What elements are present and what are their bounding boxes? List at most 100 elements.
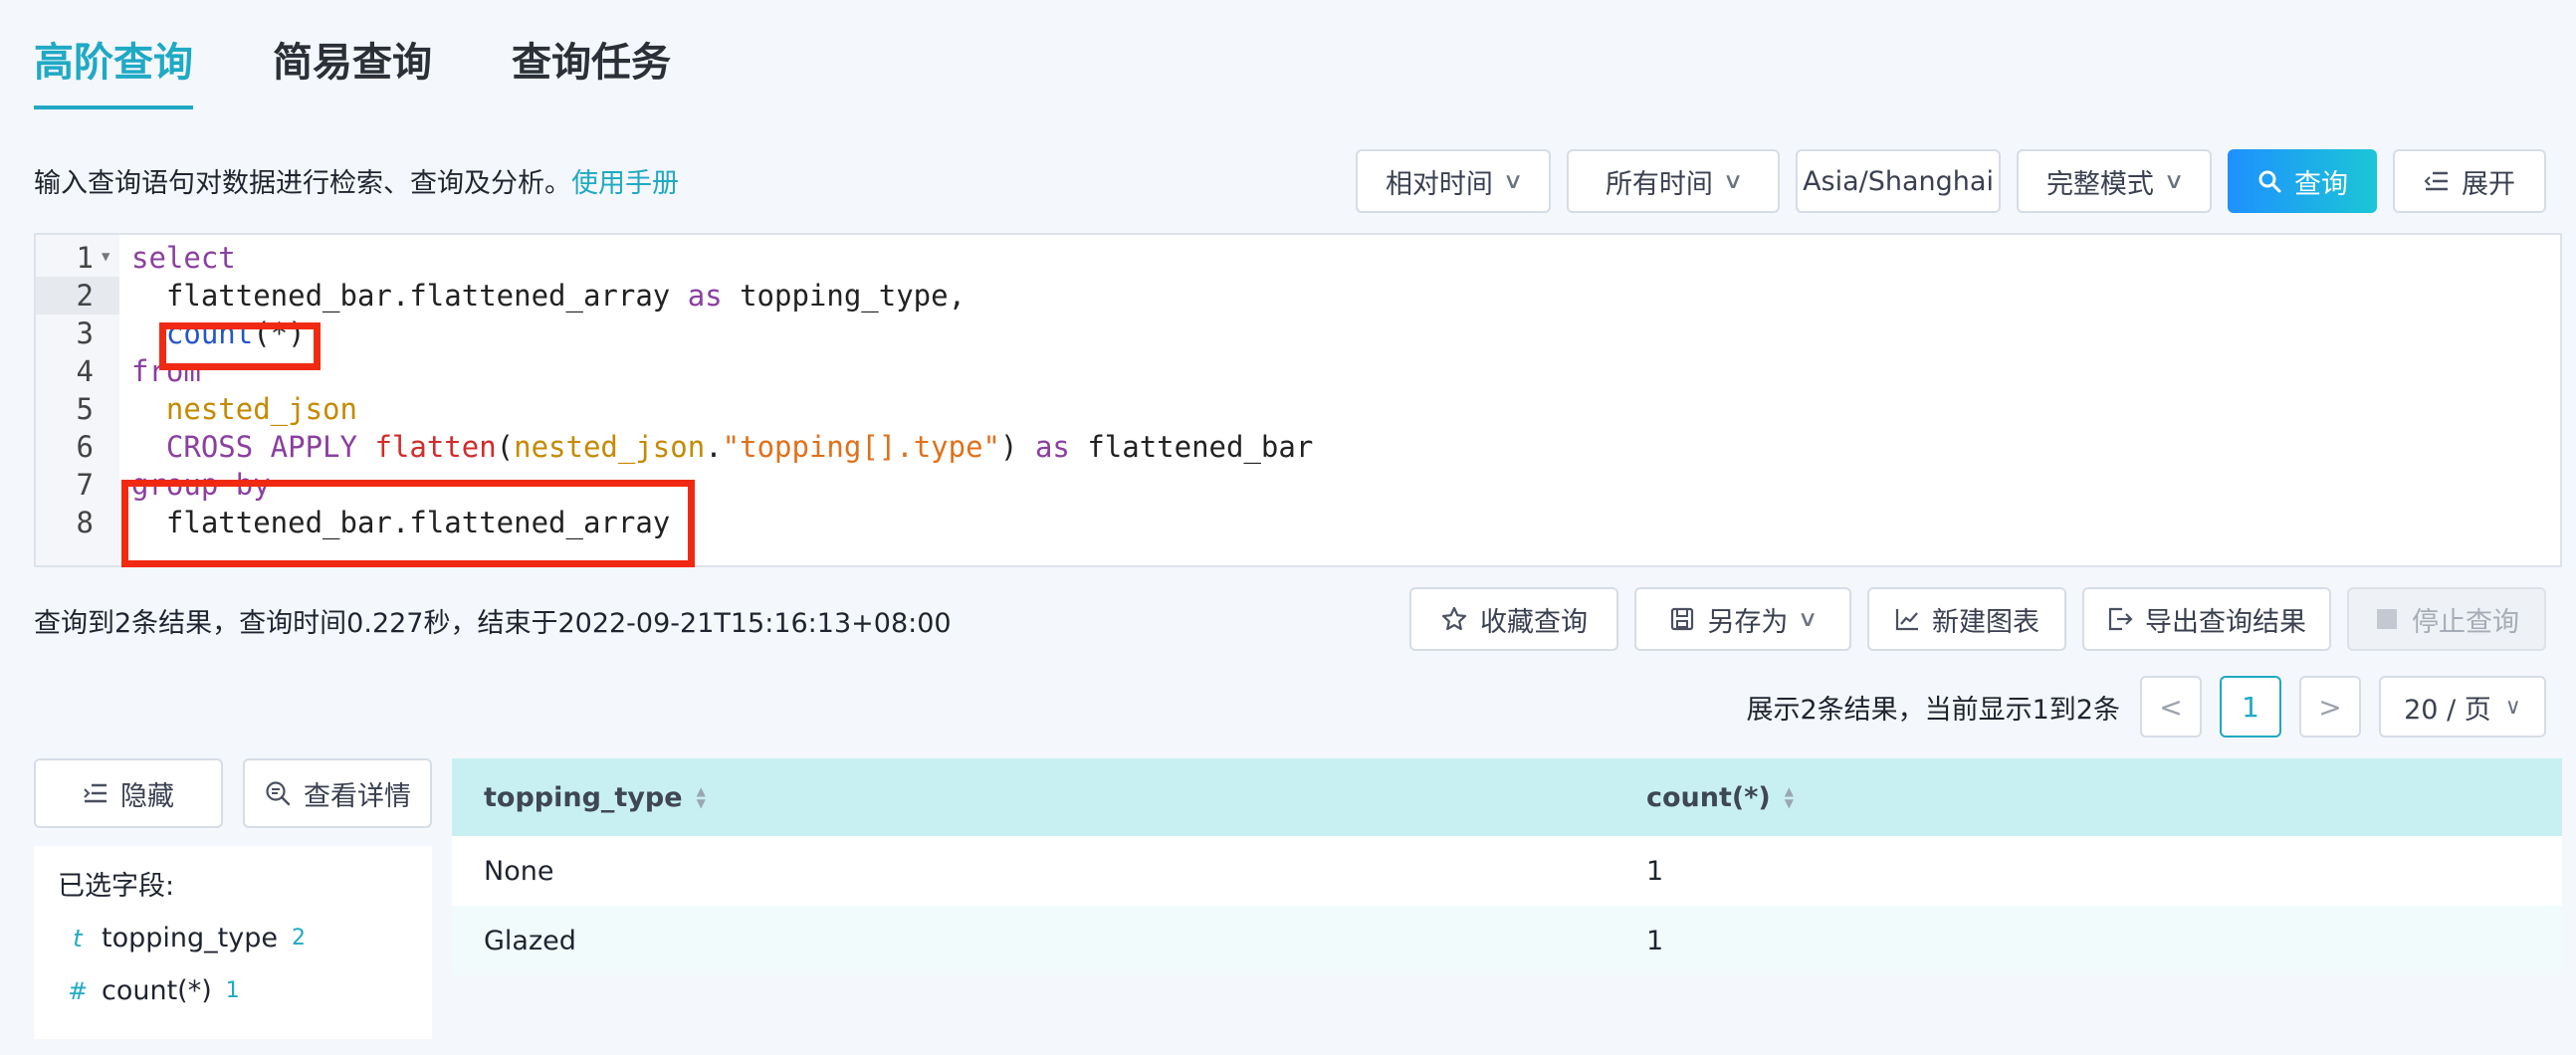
sort-icon[interactable]: ▲ ▼ xyxy=(697,785,706,809)
field-panel-buttons: 隐藏 查看详情 xyxy=(34,758,432,828)
line-number: 4 xyxy=(76,354,94,388)
export-results-button[interactable]: 导出查询结果 xyxy=(2082,587,2331,651)
field-item[interactable]: # count(*) 1 xyxy=(58,975,408,1006)
field-count: 2 xyxy=(291,926,306,950)
code-token: as xyxy=(687,279,723,313)
tab-advanced-query[interactable]: 高阶查询 xyxy=(34,30,193,109)
manual-link[interactable]: 使用手册 xyxy=(571,168,679,199)
code-token: flattened_bar xyxy=(1069,430,1314,464)
star-icon xyxy=(1441,606,1467,631)
code-line[interactable]: flattened_bar.flattened_array as topping… xyxy=(131,277,966,315)
page-size-label: 20 / 页 xyxy=(2404,694,2491,726)
code-token: "topping[].type" xyxy=(722,430,1001,464)
table-cell: 1 xyxy=(1646,925,1664,956)
relative-time-select[interactable]: 相对时间 ∨ xyxy=(1356,149,1551,213)
export-results-label: 导出查询结果 xyxy=(2145,606,2306,638)
save-icon xyxy=(1671,607,1694,631)
code-token: as xyxy=(1034,430,1070,464)
code-token: nested_json xyxy=(514,430,706,464)
annotation-box-count xyxy=(159,322,321,370)
sql-editor[interactable]: ▼ 12345678 select flattened_bar.flattene… xyxy=(34,233,2562,567)
line-number: 3 xyxy=(76,316,94,350)
prev-page-button[interactable]: < xyxy=(2140,676,2202,738)
view-details-label: 查看详情 xyxy=(304,780,411,812)
chevron-down-icon: ∨ xyxy=(1502,168,1524,194)
chevron-down-icon: ∨ xyxy=(1798,606,1819,632)
page-size-select[interactable]: 20 / 页 ∨ xyxy=(2379,676,2546,738)
tab-query-tasks[interactable]: 查询任务 xyxy=(512,30,671,109)
chevron-down-icon: ∨ xyxy=(2163,168,2185,194)
table-cell: Glazed xyxy=(484,925,576,956)
search-icon xyxy=(2258,170,2281,193)
sort-icon[interactable]: ▲ ▼ xyxy=(1785,785,1794,809)
code-token: flattened_bar.flattened_array xyxy=(131,279,688,313)
code-line[interactable]: nested_json xyxy=(131,390,357,428)
mode-select[interactable]: 完整模式 ∨ xyxy=(2017,149,2212,213)
code-token: topping_type, xyxy=(722,279,966,313)
next-page-button[interactable]: > xyxy=(2299,676,2361,738)
line-number: 1 xyxy=(76,241,94,275)
new-chart-button[interactable]: 新建图表 xyxy=(1867,587,2066,651)
selected-fields-title: 已选字段: xyxy=(58,871,175,902)
query-tabs: 高阶查询 简易查询 查询任务 xyxy=(34,30,671,109)
number-type-icon: # xyxy=(68,976,89,1005)
export-icon xyxy=(2108,607,2133,631)
stop-query-label: 停止查询 xyxy=(2412,606,2519,638)
search-detail-icon xyxy=(266,781,291,806)
pagination: 展示2条结果，当前显示1到2条 < 1 > 20 / 页 ∨ xyxy=(1746,675,2546,738)
column-header-topping-type[interactable]: topping_type ▲ ▼ xyxy=(452,782,1646,813)
query-status: 查询到2条结果，查询时间0.227秒，结束于2022-09-21T15:16:1… xyxy=(34,608,952,639)
expand-button[interactable]: 展开 xyxy=(2393,149,2546,213)
line-number: 8 xyxy=(76,506,94,539)
field-item[interactable]: t topping_type 2 xyxy=(58,923,408,953)
code-token: nested_json xyxy=(131,392,357,426)
all-time-label: 所有时间 xyxy=(1605,168,1713,200)
favorite-query-button[interactable]: 收藏查询 xyxy=(1409,587,1618,651)
line-number: 6 xyxy=(76,430,94,464)
mode-label: 完整模式 xyxy=(2045,168,2154,200)
field-name: topping_type xyxy=(102,923,278,953)
expand-list-icon xyxy=(2424,171,2448,191)
hide-fields-button[interactable]: 隐藏 xyxy=(34,758,223,828)
chevron-down-icon: ∨ xyxy=(1722,168,1744,194)
hide-fields-label: 隐藏 xyxy=(120,780,174,812)
save-as-button[interactable]: 另存为 ∨ xyxy=(1634,587,1851,651)
timezone-select[interactable]: Asia/Shanghai xyxy=(1796,149,2001,213)
column-header-count[interactable]: count(*) ▲ ▼ xyxy=(1646,782,1794,813)
code-line[interactable]: select xyxy=(131,239,236,277)
query-button[interactable]: 查询 xyxy=(2228,149,2377,213)
editor-gutter: ▼ 12345678 xyxy=(36,235,119,565)
all-time-select[interactable]: 所有时间 ∨ xyxy=(1567,149,1780,213)
column-title: count(*) xyxy=(1646,781,1771,813)
line-chart-icon xyxy=(1895,609,1918,631)
code-token: CROSS APPLY xyxy=(131,430,375,464)
page-1-button[interactable]: 1 xyxy=(2220,676,2281,738)
tab-simple-query[interactable]: 简易查询 xyxy=(273,30,432,109)
collapse-list-icon xyxy=(84,783,107,803)
query-toolbar: 相对时间 ∨ 所有时间 ∨ Asia/Shanghai 完整模式 ∨ 查询 展开 xyxy=(1356,149,2546,213)
code-line[interactable]: CROSS APPLY flatten(nested_json."topping… xyxy=(131,428,1313,466)
code-token: ) xyxy=(1000,430,1035,464)
pagination-info: 展示2条结果，当前显示1到2条 xyxy=(1746,694,2120,726)
field-name: count(*) xyxy=(102,975,212,1006)
stop-query-button[interactable]: 停止查询 xyxy=(2347,587,2546,651)
view-details-button[interactable]: 查看详情 xyxy=(243,758,432,828)
line-number: 2 xyxy=(36,277,119,315)
code-token: . xyxy=(705,430,723,464)
line-number: 5 xyxy=(76,392,94,426)
table-cell: 1 xyxy=(1646,855,1664,887)
annotation-box-group-by xyxy=(121,480,695,567)
table-row[interactable]: None 1 xyxy=(452,836,2562,906)
save-as-label: 另存为 xyxy=(1707,606,1789,638)
table-cell: None xyxy=(484,855,554,887)
chevron-down-icon: ∨ xyxy=(2504,694,2521,720)
expand-button-label: 展开 xyxy=(2462,168,2515,200)
result-table: topping_type ▲ ▼ count(*) ▲ ▼ None 1 Glaze… xyxy=(452,758,2562,975)
selected-fields-panel: 已选字段: t topping_type 2 # count(*) 1 xyxy=(34,846,432,1039)
timezone-label: Asia/Shanghai xyxy=(1803,165,1994,197)
code-token: select xyxy=(131,241,236,275)
query-hint: 输入查询语句对数据进行检索、查询及分析。使用手册 xyxy=(34,161,679,200)
stop-icon xyxy=(2377,609,2397,629)
field-count: 1 xyxy=(225,978,240,1003)
table-row[interactable]: Glazed 1 xyxy=(452,906,2562,975)
